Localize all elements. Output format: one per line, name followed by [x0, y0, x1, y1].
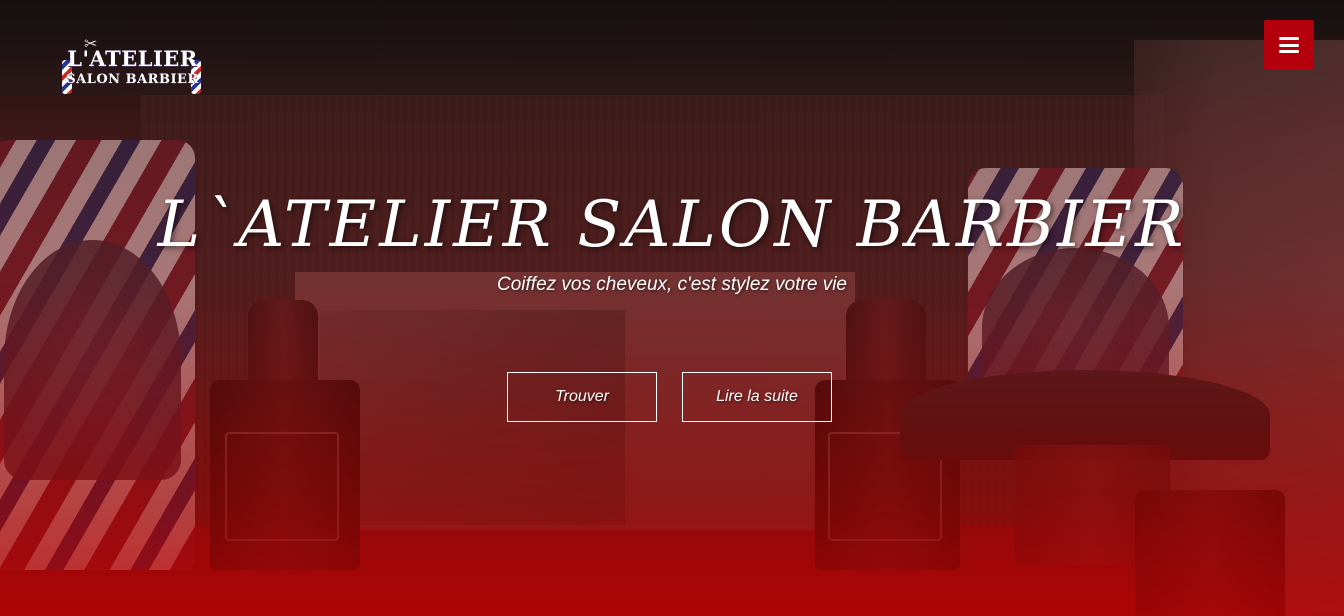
hero-title: L`ATELIER SALON BARBIER [157, 188, 1187, 262]
site-logo[interactable]: ✂ L'ATELIER SALON BARBIER [60, 34, 205, 104]
logo-line2: SALON BARBIER [66, 72, 199, 87]
logo-line1: L'ATELIER [67, 46, 198, 71]
hamburger-menu-icon [1279, 37, 1299, 53]
find-button[interactable]: Trouver [507, 372, 657, 422]
hero-subtitle: Coiffez vos cheveux, c'est stylez votre … [497, 274, 847, 295]
read-more-button[interactable]: Lire la suite [682, 372, 832, 422]
menu-button[interactable] [1264, 20, 1314, 70]
